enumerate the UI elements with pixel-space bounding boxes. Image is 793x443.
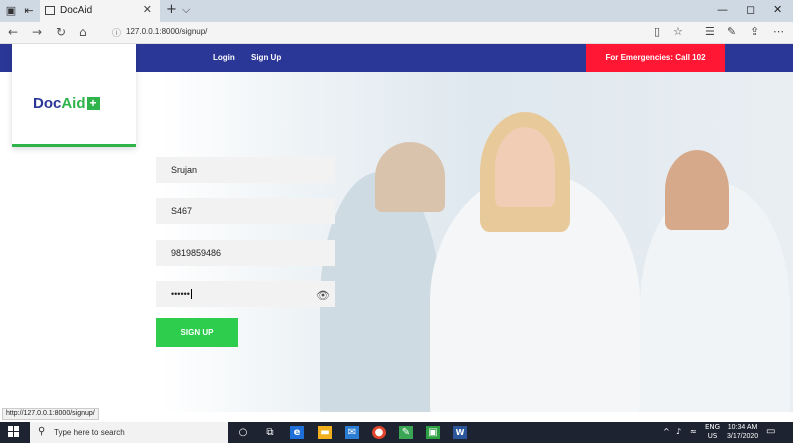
web-note-icon[interactable]: ✎	[727, 25, 736, 38]
favorite-star-icon[interactable]: ☆	[673, 25, 683, 38]
photos-app-icon[interactable]: ▣	[426, 426, 440, 439]
volume-icon[interactable]: ♪	[676, 427, 681, 436]
tab-close-icon[interactable]: ✕	[143, 3, 152, 16]
site-info-icon[interactable]: ⓘ	[112, 26, 121, 39]
share-icon[interactable]: ⇪	[750, 25, 759, 38]
emergency-call-banner[interactable]: For Emergencies: Call 102	[586, 44, 725, 72]
docaid-logo: DocAid +	[33, 95, 100, 112]
back-arrow-icon[interactable]: ←	[8, 25, 18, 39]
nav-signup-link[interactable]: Sign Up	[251, 53, 281, 62]
new-tab-icon[interactable]: +	[166, 2, 177, 17]
file-explorer-icon[interactable]: ▬	[318, 426, 332, 439]
web-page: Login Sign Up For Emergencies: Call 102 …	[0, 44, 793, 412]
taskbar-search-placeholder: Type here to search	[54, 428, 125, 437]
page-favicon-icon	[45, 6, 55, 15]
clock-time: 10:34 AM	[727, 424, 758, 431]
edge-browser-icon[interactable]: e	[290, 426, 304, 439]
tab-preview-chevron-icon[interactable]: ⌵	[182, 3, 190, 17]
maximize-button[interactable]: ◻	[746, 3, 755, 16]
browser-tab-bar: ▣ ⇤ DocAid ✕ + ⌵ — ◻ ✕	[0, 0, 793, 22]
doctor-head-left	[375, 142, 445, 212]
refresh-icon[interactable]: ↻	[56, 25, 66, 39]
cortana-icon[interactable]: ○	[236, 426, 250, 439]
nav-login-link[interactable]: Login	[213, 53, 235, 62]
language-code: ENG	[705, 423, 721, 431]
signup-submit-button[interactable]: SIGN UP	[156, 318, 238, 347]
reading-view-icon[interactable]: ▯	[654, 25, 660, 38]
status-bar-url-tooltip: http://127.0.0.1:8000/signup/	[2, 408, 99, 420]
doctor-face-center	[495, 127, 555, 207]
docaid-logo-card[interactable]: DocAid +	[12, 44, 136, 147]
notepad-app-icon[interactable]: ✎	[399, 426, 413, 439]
notifications-icon[interactable]: ▭	[766, 426, 775, 437]
mail-icon[interactable]: ✉	[345, 426, 359, 439]
doctor-face-right	[665, 150, 729, 230]
logo-plus-icon: +	[86, 97, 100, 110]
clock-date: 3/17/2020	[727, 433, 759, 440]
chrome-icon[interactable]: ●	[372, 426, 386, 439]
user-id-input[interactable]	[156, 198, 335, 224]
close-window-button[interactable]: ✕	[773, 3, 782, 16]
taskbar-search-box[interactable]: ⚲ Type here to search	[30, 422, 228, 443]
search-icon: ⚲	[38, 426, 46, 437]
tab-actions-icon[interactable]: ▣	[4, 4, 18, 18]
password-masked-value: ••••••	[171, 289, 190, 299]
word-icon[interactable]: W	[453, 426, 467, 439]
tab-docaid[interactable]: DocAid ✕	[40, 0, 160, 22]
password-input[interactable]: ••••••	[156, 281, 335, 307]
show-password-eye-icon[interactable]: 👁	[316, 289, 330, 302]
minimize-button[interactable]: —	[717, 3, 728, 16]
forward-arrow-icon[interactable]: →	[32, 25, 42, 39]
region-code: US	[707, 432, 718, 440]
logo-doc-text: Doc	[33, 95, 62, 112]
set-aside-tabs-icon[interactable]: ⇤	[22, 4, 36, 18]
more-menu-icon[interactable]: ⋯	[773, 25, 784, 38]
task-view-icon[interactable]: ⧉	[263, 426, 277, 439]
favorites-hub-icon[interactable]: ☰	[705, 25, 715, 38]
wifi-icon[interactable]: ≈	[690, 427, 697, 436]
url-field[interactable]: ⓘ 127.0.0.1:8000/signup/	[106, 25, 666, 41]
windows-taskbar: ⚲ Type here to search ○ ⧉ e ▬ ✉ ● ✎ ▣ W …	[0, 422, 793, 443]
logo-aid-text: Aid	[61, 95, 86, 112]
phone-input[interactable]	[156, 240, 335, 266]
address-bar-row: ← → ↻ ⌂ ⓘ 127.0.0.1:8000/signup/ ▯ ☆ ☰ ✎…	[0, 22, 793, 44]
text-caret	[190, 289, 192, 299]
tray-chevron-icon[interactable]: ^	[663, 427, 670, 436]
home-icon[interactable]: ⌂	[79, 25, 87, 39]
url-text[interactable]: 127.0.0.1:8000/signup/	[126, 27, 207, 36]
name-input[interactable]	[156, 157, 335, 183]
taskbar-clock[interactable]: 10:34 AM 3/17/2020	[727, 423, 758, 441]
windows-start-icon[interactable]	[8, 426, 20, 438]
tab-title: DocAid	[60, 5, 93, 16]
language-indicator[interactable]: ENG US	[705, 423, 720, 441]
